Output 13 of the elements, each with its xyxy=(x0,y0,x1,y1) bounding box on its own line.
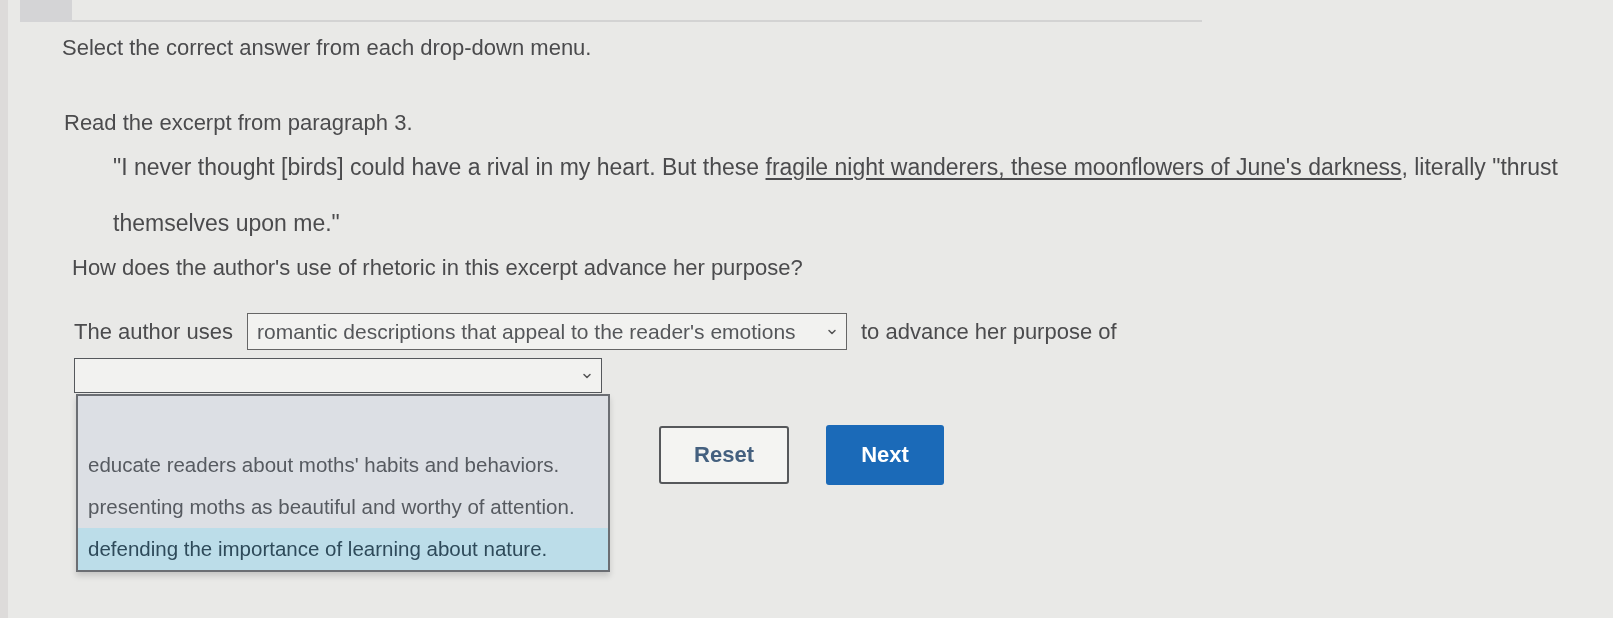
reset-button[interactable]: Reset xyxy=(659,426,789,484)
sentence-text: to advance her purpose of xyxy=(861,318,1117,345)
instruction-text: Select the correct answer from each drop-down menu. xyxy=(62,35,593,61)
dropdown-option[interactable]: educate readers about moths' habits and behaviors. xyxy=(78,444,608,486)
dropdown-select[interactable] xyxy=(74,358,602,393)
excerpt-quote: "I never thought [birds] could have a rival in my heart. But these fragile night wanderers, these moonflowers of June's darkness, literally "thrust themselves upon me." xyxy=(113,153,1559,238)
dropdown-select[interactable]: romantic descriptions that appeal to the reader's emotions xyxy=(247,313,847,350)
next-button[interactable]: Next xyxy=(826,425,944,485)
dropdown-option[interactable]: defending the importance of learning about nature. xyxy=(78,528,608,570)
question-text: How does the author's use of rhetoric in this excerpt advance her purpose? xyxy=(72,255,804,281)
prompt-text: Read the excerpt from paragraph 3. xyxy=(64,110,414,136)
dropdown-option[interactable]: presenting moths as beautiful and worthy of attention. xyxy=(78,486,608,528)
sentence-text: The author uses xyxy=(74,318,233,345)
